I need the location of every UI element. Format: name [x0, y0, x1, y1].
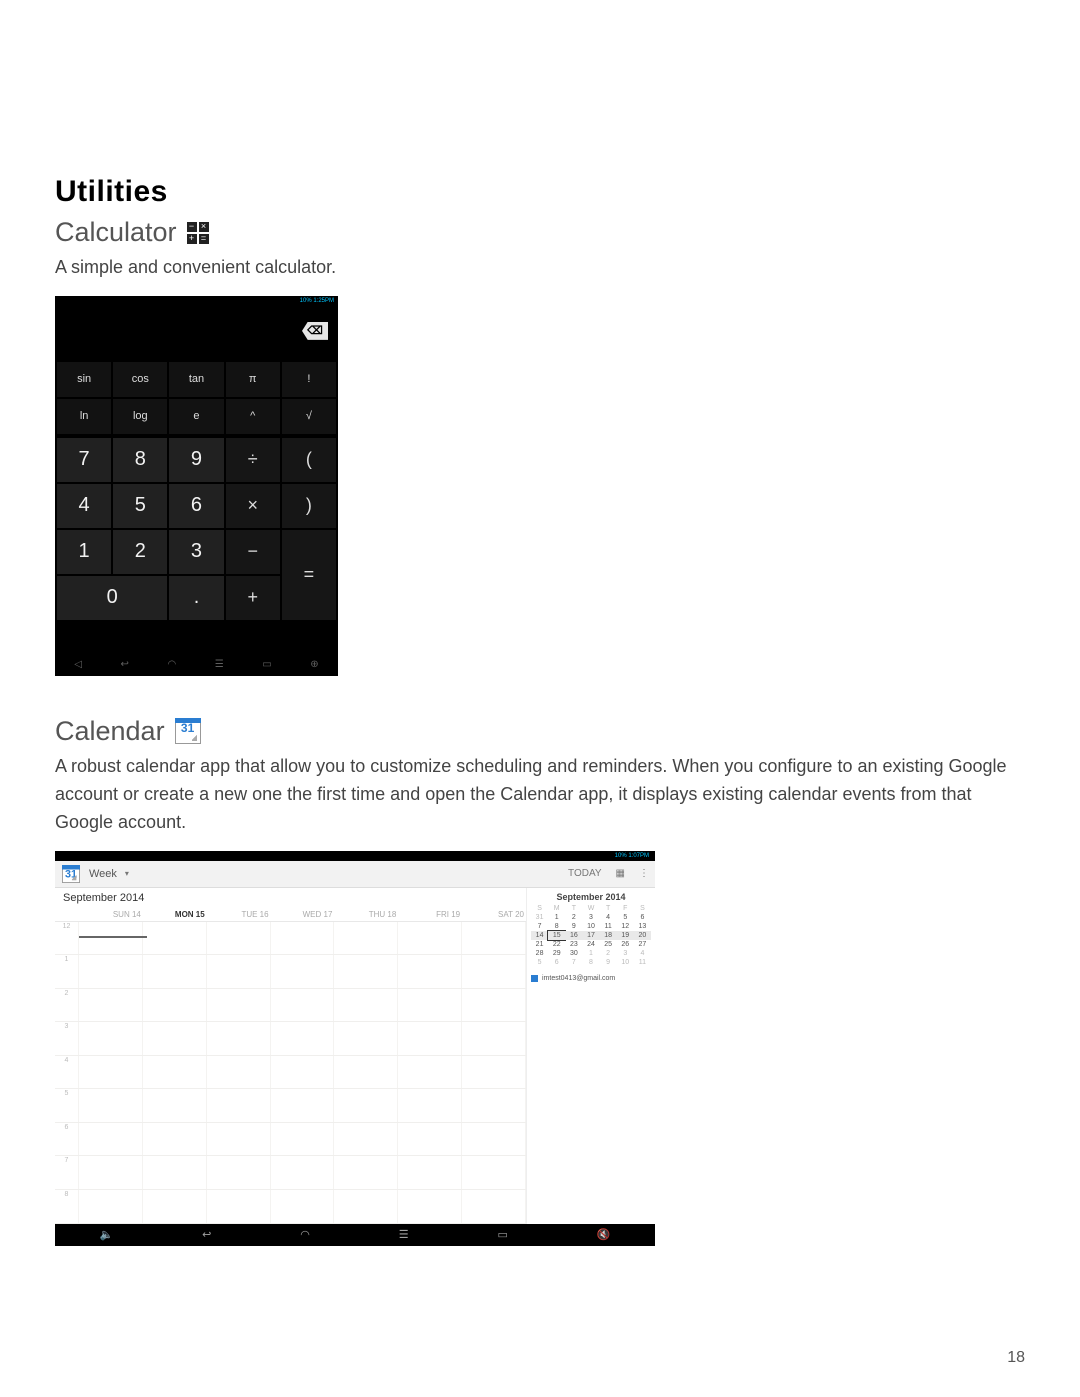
mini-month-title: September 2014 — [531, 892, 651, 902]
ln-button[interactable]: ln — [57, 399, 111, 434]
key-2[interactable]: 2 — [113, 530, 167, 574]
calc-display[interactable]: ⌫ — [55, 306, 338, 360]
calendar-icon: 31 — [175, 718, 201, 744]
toolbar-left: 31 Week ▾ — [61, 864, 129, 884]
calendar-app-icon[interactable]: 31 — [62, 865, 80, 883]
heading-calendar: Calendar 31 — [55, 716, 1025, 747]
nav-home-icon[interactable]: ◠ — [167, 659, 176, 670]
key-6[interactable]: 6 — [169, 484, 223, 528]
nav-back-icon[interactable]: ↩ — [202, 1228, 211, 1241]
day-header[interactable]: THU 18 — [334, 908, 398, 921]
day-header[interactable]: MON 15 — [143, 908, 207, 921]
cos-button[interactable]: cos — [113, 362, 167, 397]
day-header[interactable]: SUN 14 — [79, 908, 143, 921]
key-8[interactable]: 8 — [113, 438, 167, 482]
nav-bar: 🔈 ↩ ◠ ☰ ▭ 🔇 — [55, 1224, 655, 1246]
calendar-screenshot: 10% 1:07PM 31 Week ▾ TODAY ▦ ⋮ September… — [55, 851, 655, 1246]
toolbar-right: TODAY ▦ ⋮ — [568, 868, 649, 879]
nav-home-icon[interactable]: ◠ — [300, 1228, 310, 1241]
nav-back-icon[interactable]: ◁ — [74, 659, 82, 670]
calculator-icon: − × + = — [187, 222, 209, 244]
status-bar: 10% 1:25PM — [55, 296, 338, 306]
nav-bar: ◁ ↩ ◠ ☰ ▭ ⊕ — [55, 654, 338, 676]
tan-button[interactable]: tan — [169, 362, 223, 397]
sci-keypad: sin cos tan π ! ln log e ^ √ — [55, 360, 338, 436]
new-event-icon[interactable]: ▦ — [616, 868, 625, 879]
minus-button[interactable]: − — [226, 530, 280, 574]
day-header[interactable]: FRI 19 — [398, 908, 462, 921]
nav-extra-icon[interactable]: ⊕ — [310, 659, 318, 670]
nav-recent-icon[interactable]: ☰ — [215, 659, 224, 670]
day-header[interactable]: SAT 20 — [462, 908, 526, 921]
plus-button[interactable]: + — [226, 576, 280, 620]
calendar-body: September 2014 SUN 14 MON 15 TUE 16 WED … — [55, 888, 655, 1224]
equals-button[interactable]: = — [282, 530, 336, 620]
hour-rows[interactable]: 12 1 2 3 4 5 6 7 8 — [55, 922, 526, 1224]
power-button[interactable]: ^ — [226, 399, 280, 434]
divide-button[interactable]: ÷ — [226, 438, 280, 482]
heading-calculator-text: Calculator — [55, 217, 177, 248]
rparen-button[interactable]: ) — [282, 484, 336, 528]
page: Utilities Calculator − × + = A simple an… — [0, 0, 1080, 1397]
key-1[interactable]: 1 — [57, 530, 111, 574]
nav-volume-icon[interactable]: 🔈 — [99, 1228, 113, 1241]
calendar-sidebar: September 2014 SMTWTFS311234567891011121… — [526, 888, 655, 1224]
e-button[interactable]: e — [169, 399, 223, 434]
mini-month-grid[interactable]: SMTWTFS311234567891011121314151617181920… — [531, 904, 651, 967]
day-header[interactable]: TUE 16 — [207, 908, 271, 921]
calendar-description: A robust calendar app that allow you to … — [55, 753, 1025, 837]
page-number: 18 — [1007, 1349, 1025, 1367]
pi-button[interactable]: π — [226, 362, 280, 397]
calendar-main: September 2014 SUN 14 MON 15 TUE 16 WED … — [55, 888, 526, 1224]
sin-button[interactable]: sin — [57, 362, 111, 397]
overflow-icon[interactable]: ⋮ — [639, 868, 649, 879]
num-keypad: 7 8 9 ÷ ( 4 5 6 × ) 1 2 3 − = 0 . + — [55, 436, 338, 622]
account-color-swatch — [531, 975, 538, 982]
account-email: imtest0413@gmail.com — [542, 975, 615, 982]
heading-utilities: Utilities — [55, 175, 1025, 209]
month-label: September 2014 — [55, 888, 526, 908]
delete-button[interactable]: ⌫ — [302, 322, 328, 340]
status-bar: 10% 1:07PM — [55, 851, 655, 861]
calculator-screenshot: 10% 1:25PM ⌫ sin cos tan π ! ln log e ^ … — [55, 296, 338, 676]
sqrt-button[interactable]: √ — [282, 399, 336, 434]
decimal-button[interactable]: . — [169, 576, 223, 620]
today-button[interactable]: TODAY — [568, 868, 602, 879]
nav-recent-icon[interactable]: ☰ — [399, 1228, 409, 1241]
nav-undo-icon[interactable]: ↩ — [121, 659, 129, 670]
heading-calendar-text: Calendar — [55, 716, 165, 747]
calculator-description: A simple and convenient calculator. — [55, 254, 1025, 282]
log-button[interactable]: log — [113, 399, 167, 434]
key-0[interactable]: 0 — [57, 576, 167, 620]
view-dropdown[interactable]: Week — [89, 868, 117, 880]
key-9[interactable]: 9 — [169, 438, 223, 482]
key-7[interactable]: 7 — [57, 438, 111, 482]
lparen-button[interactable]: ( — [282, 438, 336, 482]
nav-screenshot-icon[interactable]: ▭ — [497, 1228, 507, 1241]
key-5[interactable]: 5 — [113, 484, 167, 528]
nav-screenshot-icon[interactable]: ▭ — [262, 659, 271, 670]
multiply-button[interactable]: × — [226, 484, 280, 528]
account-row[interactable]: imtest0413@gmail.com — [531, 975, 651, 982]
nav-mute-icon[interactable]: 🔇 — [597, 1228, 611, 1241]
day-header[interactable]: WED 17 — [271, 908, 335, 921]
factorial-button[interactable]: ! — [282, 362, 336, 397]
heading-calculator: Calculator − × + = — [55, 217, 1025, 248]
key-3[interactable]: 3 — [169, 530, 223, 574]
day-headers: SUN 14 MON 15 TUE 16 WED 17 THU 18 FRI 1… — [55, 908, 526, 922]
calendar-toolbar: 31 Week ▾ TODAY ▦ ⋮ — [55, 861, 655, 888]
key-4[interactable]: 4 — [57, 484, 111, 528]
chevron-down-icon: ▾ — [125, 869, 129, 878]
